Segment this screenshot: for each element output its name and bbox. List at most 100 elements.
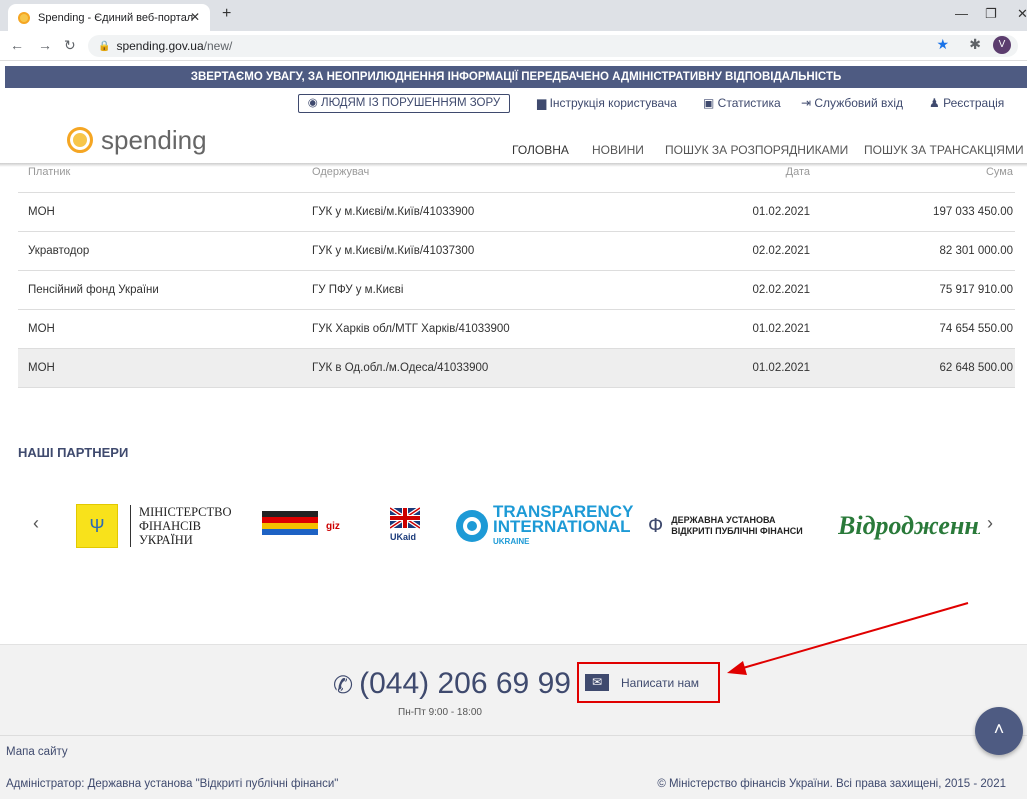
nav-search-managers[interactable]: ПОШУК ЗА РОЗПОРЯДНИКАМИ: [665, 143, 848, 157]
stats-label: Статистика: [717, 96, 781, 110]
logo-text: spending: [101, 124, 207, 155]
restore-icon[interactable]: ❐: [985, 6, 997, 22]
address-bar: ← → ↻ 🔒 spending.gov.ua/new/: [0, 31, 1027, 61]
browser-tab[interactable]: Spending - Єдиний веб-портал ✕: [8, 4, 210, 31]
nav-search-transactions[interactable]: ПОШУК ЗА ТРАНСАКЦІЯМИ: [864, 143, 1024, 157]
cell-payer: Укравтодор: [28, 245, 90, 257]
carousel-prev-icon[interactable]: ‹: [33, 513, 39, 534]
working-hours: Пн-Пт 9:00 - 18:00: [398, 707, 482, 718]
write-us-label: Написати нам: [621, 675, 700, 690]
carousel-next-icon[interactable]: ›: [987, 513, 993, 534]
header-amount: Сума: [985, 166, 1013, 178]
book-icon: ▆: [537, 96, 550, 110]
table-row[interactable]: МОН ГУК Харків обл/МТГ Харків/41033900 0…: [18, 310, 1015, 349]
table-row[interactable]: Укравтодор ГУК у м.Києві/м.Київ/41037300…: [18, 232, 1015, 271]
partner-minfin-logo[interactable]: Ψ МІНІСТЕРСТВО ФІНАНСІВ УКРАЇНИ: [76, 500, 232, 552]
minfin-line: МІНІСТЕРСТВО: [139, 505, 232, 519]
phone-number[interactable]: ✆ (044) 206 69 99: [333, 667, 571, 701]
table-row[interactable]: Пенсійний фонд України ГУ ПФУ у м.Києві …: [18, 271, 1015, 310]
cell-recipient: ГУ ПФУ у м.Києві: [312, 284, 404, 296]
ti-line: UKRAINE: [493, 536, 530, 546]
uk-flag-icon: UKaid: [390, 506, 420, 542]
browser-tab-bar: Spending - Єдиний веб-портал ✕ + — ❐ ✕: [0, 0, 1027, 31]
cell-payer: МОН: [28, 323, 55, 335]
vision-impaired-button[interactable]: ◉ ЛЮДЯМ ІЗ ПОРУШЕННЯМ ЗОРУ: [298, 94, 510, 113]
cell-amount: 74 654 550.00: [939, 323, 1013, 335]
table-header: Платник Одержувач Дата Сума: [18, 166, 1015, 193]
cell-date: 01.02.2021: [752, 323, 810, 335]
cell-amount: 75 917 910.00: [939, 284, 1013, 296]
login-icon: ⇥: [801, 96, 815, 110]
register-label: Реєстрація: [943, 96, 1005, 110]
lock-icon: 🔒: [98, 40, 111, 52]
back-icon[interactable]: ←: [10, 37, 24, 53]
nav-home[interactable]: ГОЛОВНА: [512, 143, 569, 157]
site-logo[interactable]: spending: [67, 124, 207, 156]
cell-payer: Пенсійний фонд України: [28, 284, 159, 296]
service-login-label: Службовий вхід: [814, 96, 904, 110]
stats-link[interactable]: ▣ Статистика: [703, 96, 781, 110]
extensions-icon[interactable]: ✱: [969, 36, 981, 53]
cell-date: 01.02.2021: [752, 362, 810, 374]
partner-vidrodzhennia-logo[interactable]: Відродження: [838, 500, 980, 552]
chevron-up-icon: ˄: [993, 719, 1005, 739]
transactions-table: Платник Одержувач Дата Сума МОН ГУК у м.…: [18, 166, 1015, 388]
url-host: spending.gov.ua: [116, 39, 204, 53]
close-window-icon[interactable]: ✕: [1017, 6, 1027, 22]
chart-icon: ▣: [703, 96, 718, 110]
table-row[interactable]: МОН ГУК в Од.обл./м.Одеса/41033900 01.02…: [18, 349, 1015, 388]
header-recipient: Одержувач: [312, 166, 370, 178]
admin-link[interactable]: Адміністратор: Державна установа "Відкри…: [6, 778, 338, 790]
flags-icon: [262, 511, 318, 535]
cell-recipient: ГУК у м.Києві/м.Київ/41037300: [312, 245, 475, 257]
vision-label: ЛЮДЯМ ІЗ ПОРУШЕННЯМ ЗОРУ: [321, 97, 501, 109]
partner-giz-logo[interactable]: giz: [262, 500, 340, 552]
reload-icon[interactable]: ↻: [64, 37, 76, 54]
user-icon: ♟: [929, 96, 944, 110]
cell-date: 02.02.2021: [752, 284, 810, 296]
new-tab-button[interactable]: +: [222, 5, 231, 23]
sitemap-link[interactable]: Мапа сайту: [6, 746, 68, 758]
minimize-icon[interactable]: —: [955, 6, 968, 21]
bookmark-star-icon[interactable]: ★: [936, 36, 949, 53]
dups-text: ДЕРЖАВНА УСТАНОВА ВІДКРИТІ ПУБЛІЧНІ ФІНА…: [671, 515, 802, 537]
partners-carousel: ‹ Ψ МІНІСТЕРСТВО ФІНАНСІВ УКРАЇНИ giz UK…: [0, 495, 1027, 555]
manual-label: Інструкція користувача: [549, 96, 677, 110]
profile-avatar[interactable]: V: [993, 36, 1011, 54]
tab-title: Spending - Єдиний веб-портал: [38, 11, 194, 24]
url-field[interactable]: 🔒 spending.gov.ua/new/: [88, 35, 1018, 57]
copyright: © Міністерство фінансів України. Всі пра…: [657, 778, 1006, 790]
cell-payer: МОН: [28, 362, 55, 374]
header-payer: Платник: [28, 166, 71, 178]
logo-icon: [67, 127, 93, 153]
register-link[interactable]: ♟ Реєстрація: [929, 96, 1004, 110]
partner-ti-logo[interactable]: TRANSPARENCY INTERNATIONAL UKRAINE: [455, 500, 633, 552]
partner-dups-logo[interactable]: Ф ДЕРЖАВНА УСТАНОВА ВІДКРИТІ ПУБЛІЧНІ ФІ…: [648, 500, 803, 552]
header-date: Дата: [785, 166, 810, 178]
tab-close-icon[interactable]: ✕: [190, 10, 200, 24]
cell-payer: МОН: [28, 206, 55, 218]
partners-title: НАШІ ПАРТНЕРИ: [18, 445, 129, 460]
manual-link[interactable]: ▆ Інструкція користувача: [537, 96, 677, 110]
cell-amount: 197 033 450.00: [933, 206, 1013, 218]
scroll-to-top-button[interactable]: ˄: [975, 707, 1023, 755]
cell-amount: 82 301 000.00: [939, 245, 1013, 257]
partner-ukaid-logo[interactable]: UKaid: [390, 500, 420, 552]
minfin-line: УКРАЇНИ: [139, 533, 193, 547]
nav-news[interactable]: НОВИНИ: [592, 143, 644, 157]
notice-banner: ЗВЕРТАЄМО УВАГУ, ЗА НЕОПРИЛЮДНЕННЯ ІНФОР…: [5, 66, 1027, 88]
forward-icon[interactable]: →: [38, 37, 52, 53]
ti-globe-icon: [456, 510, 488, 542]
mail-icon: ✉: [585, 674, 609, 691]
dups-icon: Ф: [648, 514, 664, 537]
ti-line: INTERNATIONAL: [493, 516, 631, 536]
table-row[interactable]: МОН ГУК у м.Києві/м.Київ/41033900 01.02.…: [18, 193, 1015, 232]
cell-date: 01.02.2021: [752, 206, 810, 218]
url-path: /new/: [203, 39, 233, 53]
cell-date: 02.02.2021: [752, 245, 810, 257]
write-us-button[interactable]: ✉ Написати нам: [577, 662, 720, 703]
vid-text: Відродження: [838, 511, 980, 540]
service-login-link[interactable]: ⇥ Службовий вхід: [801, 96, 903, 110]
spending-favicon-icon: [18, 11, 30, 24]
cell-amount: 62 648 500.00: [939, 362, 1013, 374]
